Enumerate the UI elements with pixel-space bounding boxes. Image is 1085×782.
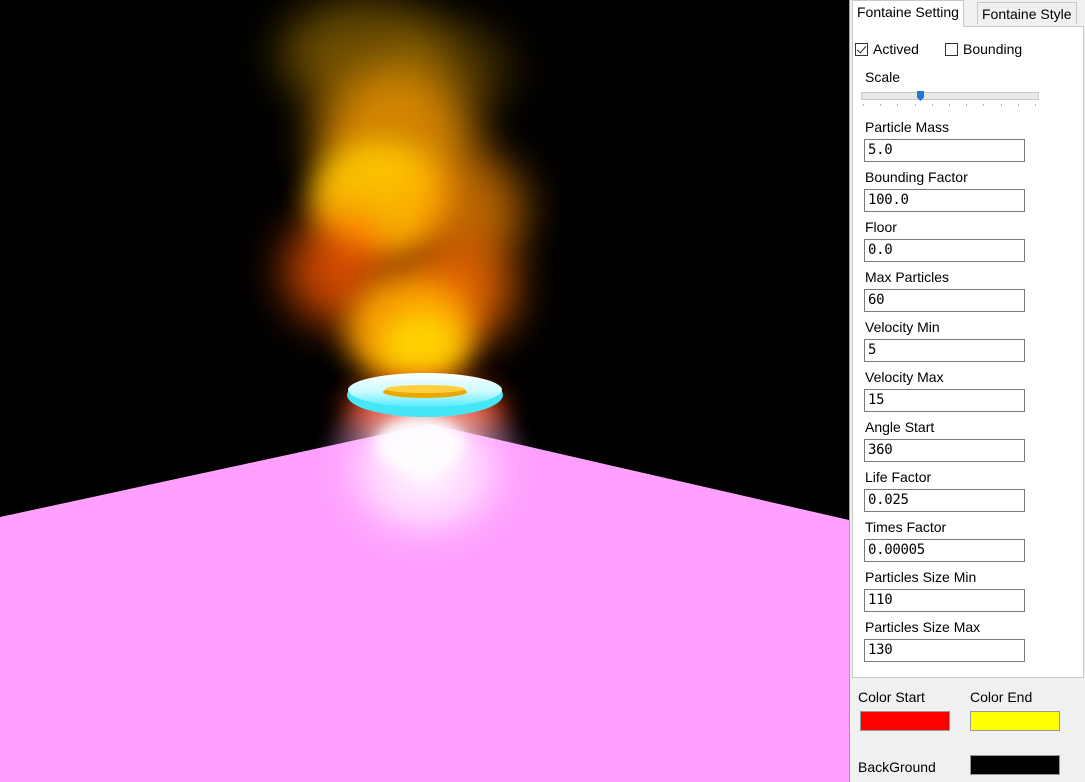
color-section: Color Start Color End BackGround — [850, 680, 1085, 782]
velocity-max-label: Velocity Max — [865, 369, 944, 385]
background-color-swatch[interactable] — [970, 755, 1060, 775]
particles-size-min-label: Particles Size Min — [865, 569, 977, 585]
scale-tick — [863, 104, 864, 106]
life-factor-label: Life Factor — [865, 469, 932, 485]
scale-tick — [966, 104, 967, 106]
angle-start-input[interactable]: 360 — [864, 439, 1025, 462]
fountain-ring — [347, 373, 503, 417]
scale-tick — [949, 104, 950, 106]
fontaine-setting-page: Actived Bounding Scale Particle Mass 5.0… — [852, 26, 1084, 678]
particles-size-max-input[interactable]: 130 — [864, 639, 1025, 662]
scale-slider-ticks — [863, 104, 1037, 107]
scale-tick — [880, 104, 881, 106]
actived-label: Actived — [873, 41, 919, 57]
velocity-min-input[interactable]: 5 — [864, 339, 1025, 362]
color-start-swatch[interactable] — [860, 711, 950, 731]
scale-tick — [915, 104, 916, 106]
particle-mass-input[interactable]: 5.0 — [864, 139, 1025, 162]
bounding-factor-label: Bounding Factor — [865, 169, 968, 185]
scale-tick — [1001, 104, 1002, 106]
bounding-check-box[interactable] — [945, 42, 958, 56]
particle-mass-label: Particle Mass — [865, 119, 950, 135]
particles-size-max-label: Particles Size Max — [865, 619, 981, 635]
color-end-label: Color End — [970, 689, 1033, 705]
max-particles-input[interactable]: 60 — [864, 289, 1025, 312]
velocity-min-label: Velocity Min — [865, 319, 940, 335]
scale-tick — [932, 104, 933, 106]
scale-tick — [897, 104, 898, 106]
tab-fontaine-setting[interactable]: Fontaine Setting — [852, 0, 964, 27]
actived-check-box[interactable] — [855, 42, 868, 56]
background-label: BackGround — [858, 759, 936, 775]
floor-input[interactable]: 0.0 — [864, 239, 1025, 262]
scene-canvas — [0, 0, 849, 782]
scale-tick — [983, 104, 984, 106]
max-particles-label: Max Particles — [865, 269, 950, 285]
scale-tick — [1018, 104, 1019, 106]
scale-slider[interactable] — [861, 91, 1039, 107]
color-end-swatch[interactable] — [970, 711, 1060, 731]
color-start-label: Color Start — [858, 689, 925, 705]
floor-label: Floor — [865, 219, 897, 235]
particles-size-min-input[interactable]: 110 — [864, 589, 1025, 612]
bounding-checkbox[interactable]: Bounding — [945, 41, 1022, 57]
settings-panel: Fontaine Setting Fontaine Style Actived … — [849, 0, 1085, 782]
times-factor-label: Times Factor — [865, 519, 947, 535]
bounding-label: Bounding — [963, 41, 1023, 57]
velocity-max-input[interactable]: 15 — [864, 389, 1025, 412]
scale-slider-track — [861, 92, 1039, 100]
bounding-factor-input[interactable]: 100.0 — [864, 189, 1025, 212]
life-factor-input[interactable]: 0.025 — [864, 489, 1025, 512]
scale-tick — [1035, 104, 1036, 106]
scale-label: Scale — [865, 69, 901, 85]
angle-start-label: Angle Start — [865, 419, 935, 435]
render-viewport[interactable] — [0, 0, 849, 782]
times-factor-input[interactable]: 0.00005 — [864, 539, 1025, 562]
actived-checkbox[interactable]: Actived — [855, 41, 919, 57]
tab-strip: Fontaine Setting Fontaine Style — [850, 0, 1085, 27]
tab-fontaine-style[interactable]: Fontaine Style — [977, 2, 1077, 24]
